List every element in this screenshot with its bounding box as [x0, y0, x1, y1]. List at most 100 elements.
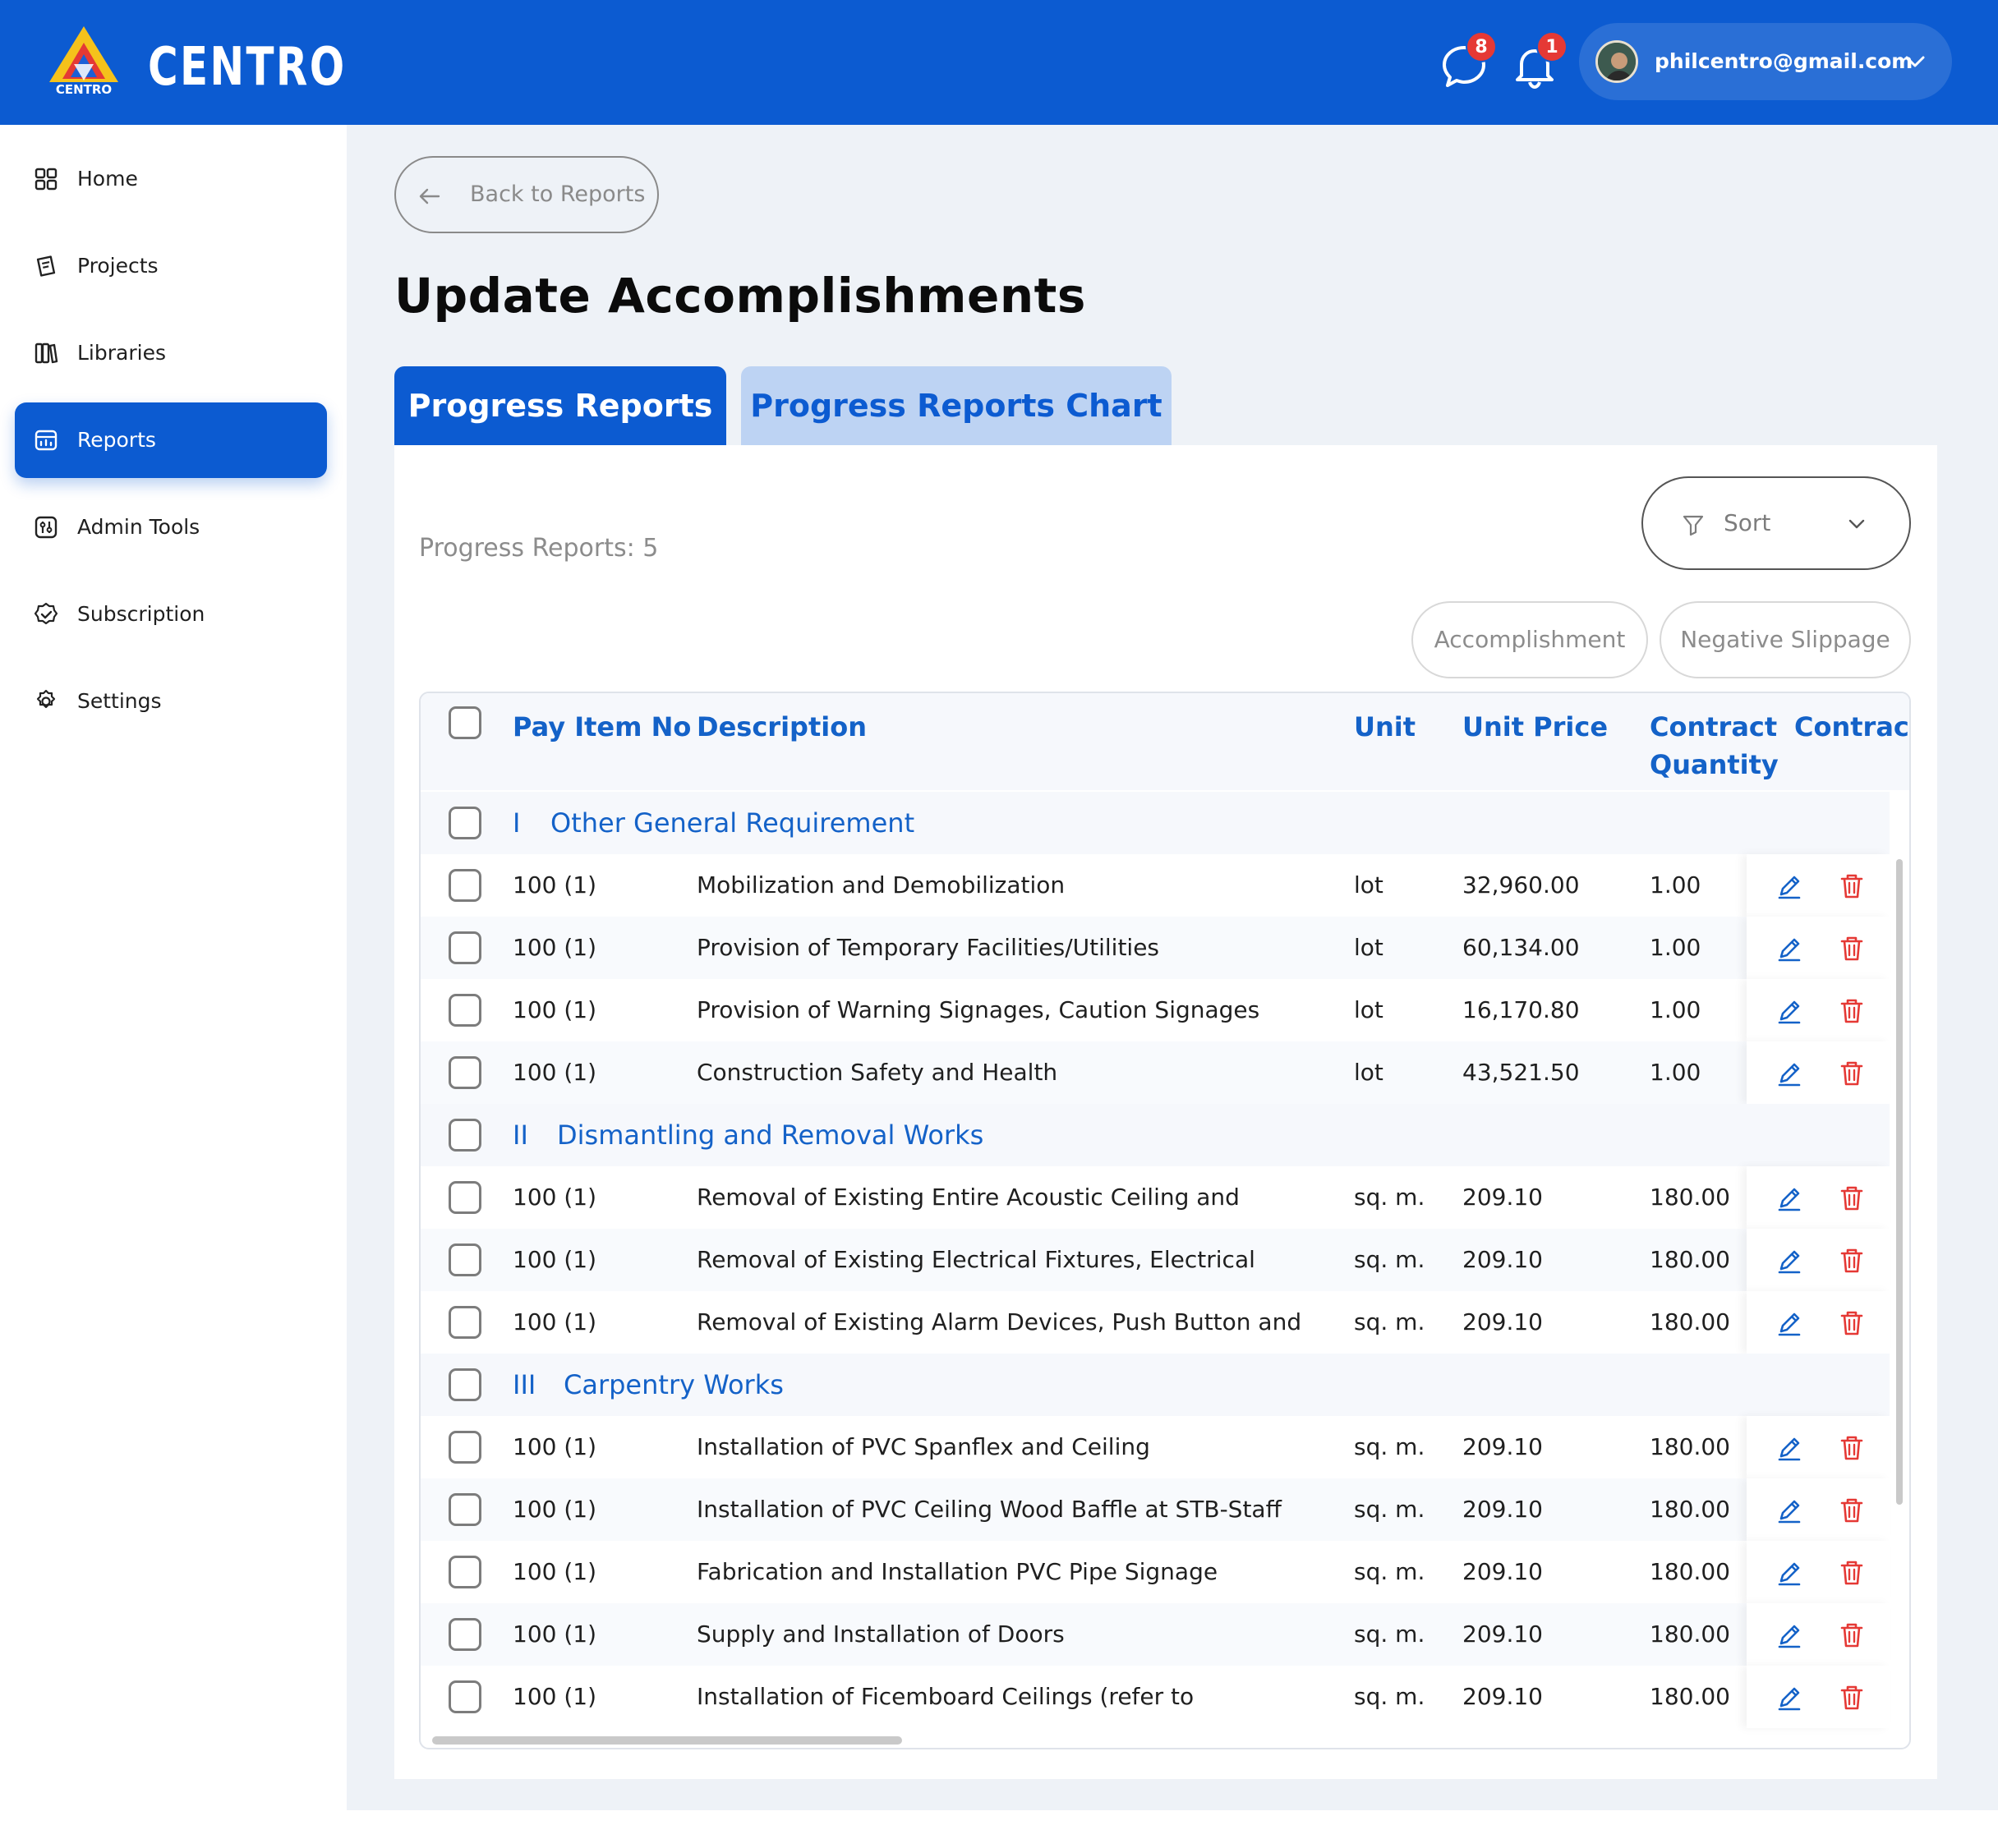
centro-logo[interactable]: CENTRO	[43, 25, 125, 97]
row-checkbox[interactable]	[449, 1493, 481, 1526]
tab-progress-reports-chart[interactable]: Progress Reports Chart	[741, 366, 1172, 445]
edit-pencil-icon[interactable]	[1775, 1308, 1804, 1338]
trash-icon[interactable]	[1837, 871, 1867, 901]
sidebar-item-home[interactable]: Home	[15, 141, 327, 217]
gear-icon	[36, 689, 56, 709]
header-unit-price[interactable]: Unit Price	[1462, 708, 1608, 746]
sort-dropdown[interactable]: Sort	[1641, 476, 1911, 570]
row-checkbox[interactable]	[449, 1243, 481, 1276]
edit-pencil-icon[interactable]	[1775, 1059, 1804, 1088]
row-checkbox[interactable]	[449, 807, 481, 839]
header-unit[interactable]: Unit	[1354, 708, 1416, 746]
row-checkbox[interactable]	[449, 1618, 481, 1651]
trash-icon[interactable]	[1837, 1059, 1867, 1088]
cell-description: Installation of PVC Spanflex and Ceiling	[697, 1433, 1150, 1460]
accomplishment-button[interactable]: Accomplishment	[1411, 601, 1648, 678]
horizontal-scrollbar[interactable]	[432, 1736, 902, 1745]
edit-pencil-icon[interactable]	[1775, 1246, 1804, 1276]
arrow-left-icon	[419, 188, 440, 205]
trash-icon[interactable]	[1837, 1683, 1867, 1712]
trash-icon[interactable]	[1837, 1308, 1867, 1338]
table-header: Pay Item No Description Unit Unit Price …	[421, 693, 1909, 790]
trash-icon[interactable]	[1837, 1433, 1867, 1463]
sidebar-item-libraries[interactable]: Libraries	[15, 315, 327, 391]
table-row[interactable]: 100 (1) Supply and Installation of Doors s…	[421, 1603, 1890, 1666]
cell-unit-price: 60,134.00	[1462, 934, 1580, 961]
select-all-checkbox[interactable]	[449, 706, 481, 739]
row-checkbox[interactable]	[449, 869, 481, 902]
edit-pencil-icon[interactable]	[1775, 871, 1804, 901]
edit-pencil-icon[interactable]	[1775, 1184, 1804, 1213]
row-checkbox[interactable]	[449, 1056, 481, 1089]
sidebar-item-subscription[interactable]: Subscription	[15, 577, 327, 652]
notifications-button[interactable]: 1	[1508, 31, 1568, 92]
cell-description: Fabrication and Installation PVC Pipe Si…	[697, 1558, 1218, 1585]
projects-icon	[36, 255, 56, 277]
table-row[interactable]: 100 (1) Installation of PVC Spanflex and …	[421, 1416, 1890, 1478]
vertical-scrollbar[interactable]	[1896, 859, 1903, 1505]
cell-description: Supply and Installation of Doors	[697, 1620, 1065, 1648]
row-checkbox[interactable]	[449, 1680, 481, 1713]
header-description[interactable]: Description	[697, 708, 867, 746]
edit-pencil-icon[interactable]	[1775, 996, 1804, 1026]
back-to-reports-button[interactable]: Back to Reports	[394, 156, 659, 233]
cell-contract-quantity: 180.00	[1650, 1433, 1730, 1460]
cell-contract-quantity: 180.00	[1650, 1496, 1730, 1523]
sidebar-item-reports[interactable]: Reports	[15, 402, 327, 478]
edit-pencil-icon[interactable]	[1775, 1620, 1804, 1650]
row-checkbox[interactable]	[449, 1431, 481, 1464]
cell-description: Mobilization and Demobilization	[697, 871, 1066, 899]
table-row[interactable]: 100 (1) Mobilization and Demobilization lo…	[421, 854, 1890, 917]
trash-icon[interactable]	[1837, 1496, 1867, 1525]
trash-icon[interactable]	[1837, 1246, 1867, 1276]
cell-contract-quantity: 180.00	[1650, 1308, 1730, 1335]
row-checkbox[interactable]	[449, 1306, 481, 1339]
table-row[interactable]: 100 (1) Construction Safety and Health lot…	[421, 1041, 1890, 1104]
sidebar-item-settings[interactable]: Settings	[15, 664, 327, 739]
table-row[interactable]: 100 (1) Fabrication and Installation PVC …	[421, 1541, 1890, 1603]
edit-pencil-icon[interactable]	[1775, 1433, 1804, 1463]
group-number: III	[513, 1369, 536, 1400]
tab-progress-reports[interactable]: Progress Reports	[394, 366, 726, 445]
header-contract-quantity[interactable]: Contract Quantity	[1650, 708, 1779, 784]
row-checkbox[interactable]	[449, 994, 481, 1027]
table-row[interactable]: 100 (1) Removal of Existing Alarm Devices…	[421, 1291, 1890, 1354]
row-checkbox[interactable]	[449, 1556, 481, 1588]
edit-pencil-icon[interactable]	[1775, 1496, 1804, 1525]
negative-slippage-button[interactable]: Negative Slippage	[1660, 601, 1911, 678]
cell-unit: sq. m.	[1354, 1620, 1425, 1648]
table-row[interactable]: 100 (1) Removal of Existing Electrical Fi…	[421, 1229, 1890, 1291]
edit-pencil-icon[interactable]	[1775, 1558, 1804, 1588]
table-row[interactable]: 100 (1) Installation of Ficemboard Ceilin…	[421, 1666, 1890, 1728]
row-actions	[1747, 1291, 1890, 1354]
row-checkbox[interactable]	[449, 1181, 481, 1214]
user-menu[interactable]: philcentro@gmail.com	[1579, 23, 1952, 100]
trash-icon[interactable]	[1837, 1620, 1867, 1650]
trash-icon[interactable]	[1837, 1558, 1867, 1588]
cell-unit: sq. m.	[1354, 1308, 1425, 1335]
chevron-down-icon[interactable]	[1901, 48, 1929, 76]
table-row[interactable]: 100 (1) Removal of Existing Entire Acoust…	[421, 1166, 1890, 1229]
cell-pay-item-no: 100 (1)	[513, 1059, 597, 1086]
cell-unit: sq. m.	[1354, 1433, 1425, 1460]
trash-icon[interactable]	[1837, 996, 1867, 1026]
admin-tools-icon	[35, 516, 58, 539]
group-title: Dismantling and Removal Works	[557, 1119, 984, 1151]
row-checkbox[interactable]	[449, 931, 481, 964]
row-checkbox[interactable]	[449, 1119, 481, 1152]
edit-pencil-icon[interactable]	[1775, 934, 1804, 963]
edit-pencil-icon[interactable]	[1775, 1683, 1804, 1712]
table-row[interactable]: 100 (1) Provision of Temporary Facilities…	[421, 917, 1890, 979]
row-checkbox[interactable]	[449, 1368, 481, 1401]
group-row: III Carpentry Works	[421, 1354, 1890, 1416]
header-contract-amount[interactable]: Contract	[1794, 708, 1909, 746]
messages-button[interactable]: 8	[1438, 31, 1497, 92]
table-row[interactable]: 100 (1) Installation of PVC Ceiling Wood …	[421, 1478, 1890, 1541]
table-row[interactable]: 100 (1) Provision of Warning Signages, Ca…	[421, 979, 1890, 1041]
logo-text: CENTRO	[56, 82, 112, 97]
sidebar-item-projects[interactable]: Projects	[15, 228, 327, 304]
sidebar-item-admin-tools[interactable]: Admin Tools	[15, 490, 327, 565]
trash-icon[interactable]	[1837, 1184, 1867, 1213]
trash-icon[interactable]	[1837, 934, 1867, 963]
header-pay-item-no[interactable]: Pay Item No	[513, 708, 691, 746]
